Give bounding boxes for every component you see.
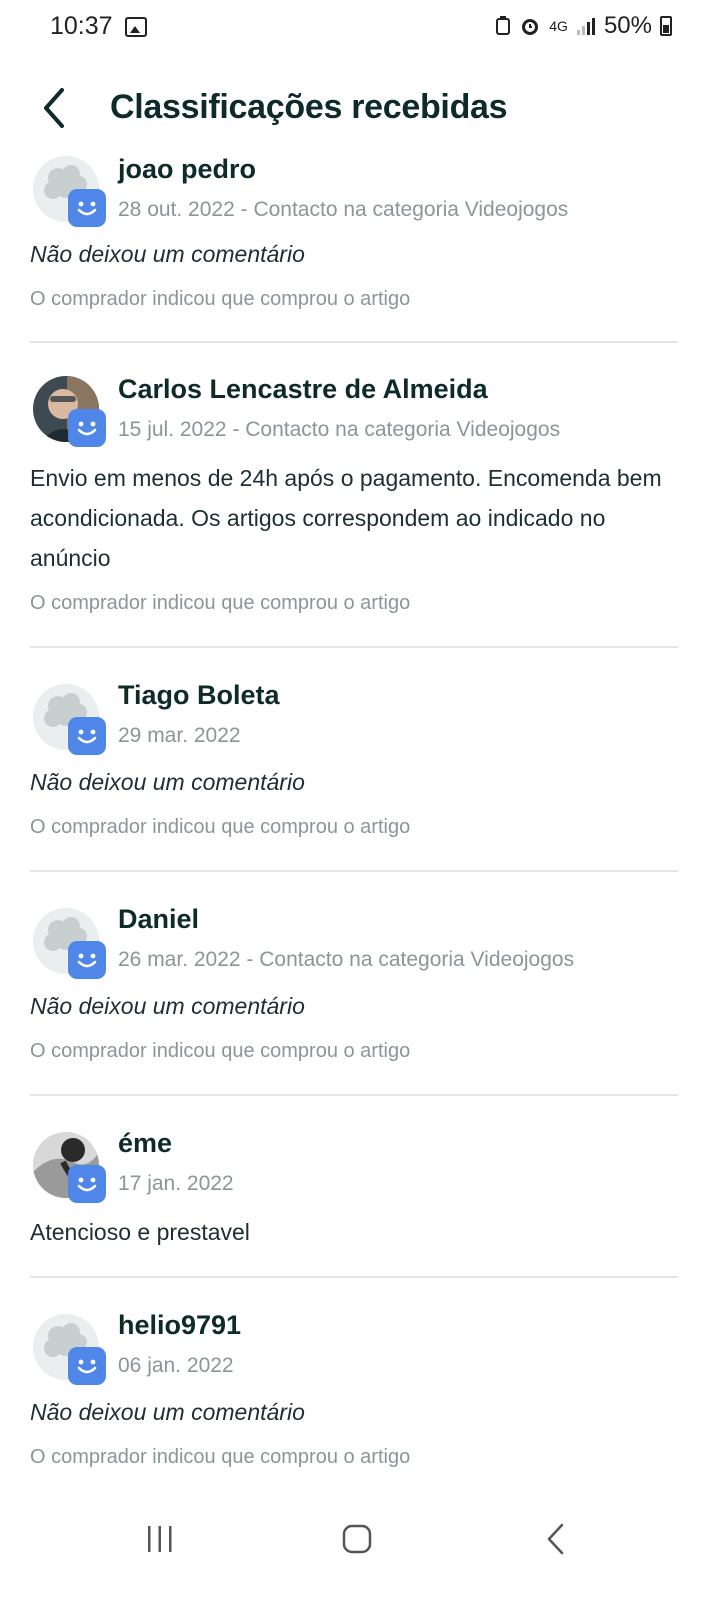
- review-meta: 06 jan. 2022: [118, 1354, 234, 1378]
- divider: [30, 341, 678, 343]
- system-nav-bar: [0, 1484, 720, 1600]
- purchase-note: O comprador indicou que comprou o artigo: [30, 1040, 411, 1062]
- avatar[interactable]: [33, 1314, 106, 1385]
- reviews-list[interactable]: joao pedro 28 out. 2022 - Contacto na ca…: [0, 144, 720, 1484]
- review-context: - Contacto na categoria Videojogos: [226, 418, 561, 441]
- avatar[interactable]: [33, 1132, 106, 1203]
- status-icons: 4G 50%: [495, 12, 672, 40]
- gallery-icon: [125, 17, 147, 37]
- divider: [30, 646, 678, 648]
- divider: [30, 1094, 678, 1096]
- smiley-badge-icon: [68, 189, 106, 227]
- review-date: 06 jan. 2022: [118, 1354, 234, 1377]
- review-date: 15 jul. 2022: [118, 418, 227, 441]
- review-comment: Não deixou um comentário: [30, 1399, 305, 1425]
- review-comment: Não deixou um comentário: [30, 769, 305, 795]
- reviewer-name[interactable]: éme: [118, 1128, 172, 1159]
- review-comment: Atencioso e prestavel: [30, 1219, 250, 1245]
- divider: [30, 1276, 678, 1278]
- alarm-icon: [522, 19, 539, 35]
- network-type: 4G: [549, 18, 568, 34]
- reviewer-name[interactable]: Tiago Boleta: [118, 680, 280, 711]
- reviewer-name[interactable]: joao pedro: [118, 154, 256, 185]
- recent-apps-icon[interactable]: [146, 1526, 174, 1552]
- divider: [30, 870, 678, 872]
- app-header: Classificações recebidas: [0, 72, 720, 144]
- review-context: - Contacto na categoria Videojogos: [240, 948, 575, 971]
- avatar[interactable]: [33, 376, 106, 447]
- smiley-badge-icon: [68, 1165, 106, 1203]
- reviewer-name[interactable]: Carlos Lencastre de Almeida: [118, 374, 488, 405]
- review-date: 28 out. 2022: [118, 198, 235, 221]
- review-comment: Envio em menos de 24h após o pagamento. …: [30, 465, 662, 571]
- review-context: - Contacto na categoria Videojogos: [234, 198, 569, 221]
- purchase-note: O comprador indicou que comprou o artigo: [30, 288, 411, 310]
- back-arrow-icon[interactable]: [36, 86, 76, 130]
- review-meta: 17 jan. 2022: [118, 1172, 234, 1196]
- smiley-badge-icon: [68, 1347, 106, 1385]
- home-icon[interactable]: [342, 1524, 372, 1554]
- review-date: 29 mar. 2022: [118, 724, 241, 747]
- purchase-note: O comprador indicou que comprou o artigo: [30, 816, 411, 838]
- avatar[interactable]: [33, 156, 106, 227]
- battery-saver-icon: [496, 16, 511, 35]
- avatar[interactable]: [33, 908, 106, 979]
- status-bar: 10:37 4G 50%: [0, 0, 720, 56]
- status-time: 10:37: [50, 12, 113, 40]
- reviewer-name[interactable]: Daniel: [118, 904, 199, 935]
- purchase-note: O comprador indicou que comprou o artigo: [30, 592, 411, 614]
- battery-icon: [660, 16, 672, 36]
- reviewer-name[interactable]: helio9791: [118, 1310, 241, 1341]
- review-date: 26 mar. 2022: [118, 948, 241, 971]
- smiley-badge-icon: [68, 409, 106, 447]
- nav-back-icon[interactable]: [544, 1522, 568, 1556]
- smiley-badge-icon: [68, 717, 106, 755]
- review-meta: 26 mar. 2022 - Contacto na categoria Vid…: [118, 948, 574, 972]
- review-comment: Não deixou um comentário: [30, 241, 305, 267]
- signal-icon: [576, 18, 595, 35]
- purchase-note: O comprador indicou que comprou o artigo: [30, 1446, 411, 1468]
- review-meta: 15 jul. 2022 - Contacto na categoria Vid…: [118, 418, 560, 442]
- page-title: Classificações recebidas: [110, 88, 508, 126]
- review-meta: 28 out. 2022 - Contacto na categoria Vid…: [118, 198, 568, 222]
- avatar[interactable]: [33, 684, 106, 755]
- review-meta: 29 mar. 2022: [118, 724, 241, 748]
- battery-percent: 50%: [603, 12, 652, 39]
- review-comment: Não deixou um comentário: [30, 993, 305, 1019]
- smiley-badge-icon: [68, 941, 106, 979]
- review-date: 17 jan. 2022: [118, 1172, 234, 1195]
